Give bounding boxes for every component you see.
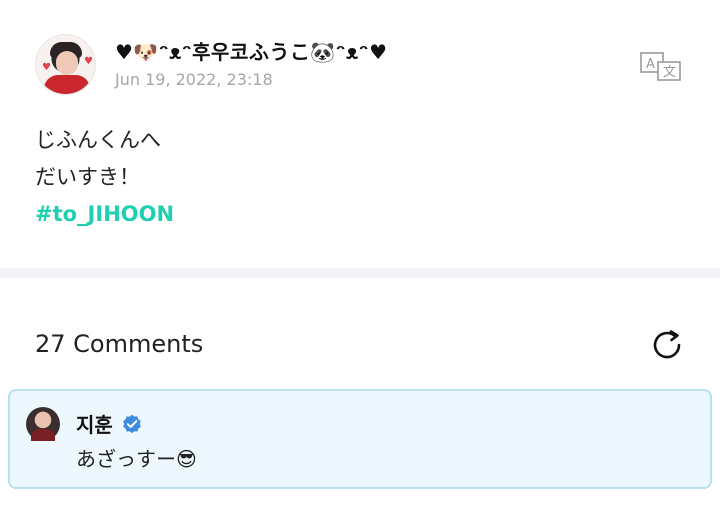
heart-icon: ♥ (42, 62, 51, 73)
comment-text: あざっすー😎 (76, 447, 197, 471)
post-line: だいすき！ (35, 165, 140, 189)
svg-text:A: A (646, 57, 655, 72)
translate-button[interactable]: A 文 (636, 50, 684, 82)
commenter-name[interactable]: 지훈 (76, 409, 113, 438)
translate-icon: A 文 (640, 52, 681, 81)
verified-badge-icon (123, 414, 141, 434)
heart-icon: ♥ (84, 56, 93, 67)
post-hashtag[interactable]: #to_JIHOON (35, 196, 174, 233)
author-name[interactable]: ♥🐶ᵔᴥᵔ후우코ふうこ🐼ᵔᴥᵔ♥ (115, 36, 388, 65)
comments-count: 27 Comments (35, 330, 204, 358)
post-timestamp: Jun 19, 2022, 23:18 (115, 70, 273, 89)
avatar-face (56, 51, 78, 75)
post-card: ♥ ♥ ♥🐶ᵔᴥᵔ후우코ふうこ🐼ᵔᴥᵔ♥ Jun 19, 2022, 23:18… (0, 0, 720, 268)
comment-item[interactable]: 지훈 あざっすー😎 (8, 389, 712, 489)
refresh-icon (653, 330, 681, 359)
svg-text:文: 文 (663, 65, 676, 80)
avatar-body (44, 75, 90, 94)
author-avatar[interactable]: ♥ ♥ (35, 34, 96, 95)
section-divider (0, 268, 720, 278)
post-line: じふんくんへ (35, 128, 161, 152)
post-content: じふんくんへ だいすき！ #to_JIHOON (35, 122, 174, 233)
refresh-button[interactable] (650, 328, 686, 362)
commenter-avatar[interactable] (26, 407, 60, 441)
